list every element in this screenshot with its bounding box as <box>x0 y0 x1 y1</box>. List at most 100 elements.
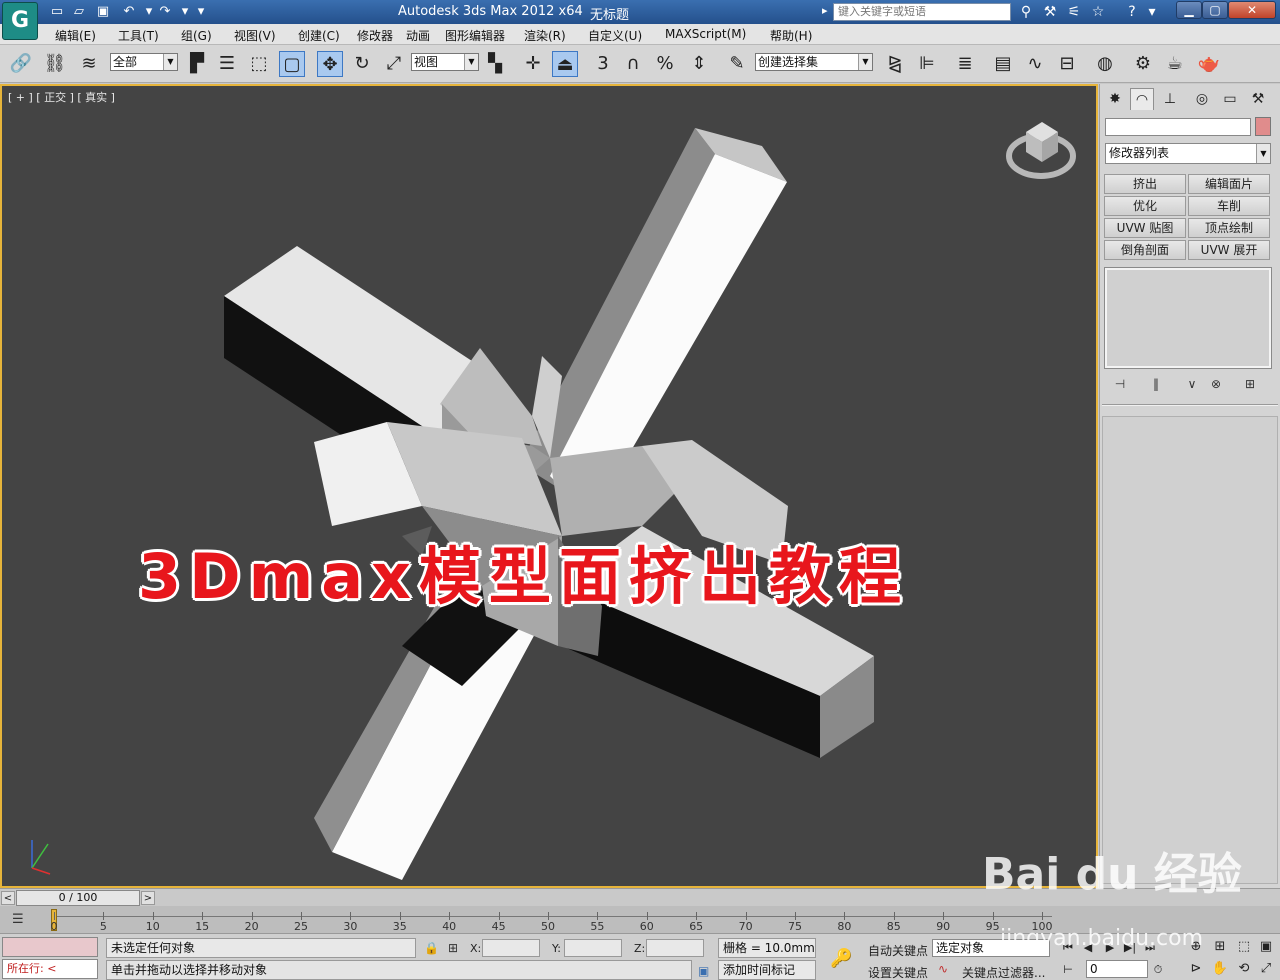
show-end-result-icon[interactable]: ‖ <box>1146 375 1166 393</box>
menu-modifiers[interactable]: 修改器 <box>357 27 393 44</box>
select-and-scale-icon[interactable]: ⤢ <box>381 51 407 77</box>
remove-modifier-icon[interactable]: ⊗ <box>1206 375 1226 393</box>
percent-snap-icon[interactable]: % <box>652 51 678 77</box>
menu-create[interactable]: 创建(C) <box>298 27 340 44</box>
window-crossing-icon[interactable]: ▢ <box>279 51 305 77</box>
close-button[interactable]: ✕ <box>1228 1 1276 19</box>
orbit-icon[interactable]: ⟲ <box>1234 960 1254 978</box>
motion-tab-icon[interactable]: ◎ <box>1190 88 1214 110</box>
menu-edit[interactable]: 编辑(E) <box>55 27 96 44</box>
redo-icon[interactable]: ↷ <box>156 3 174 21</box>
utilities-tab-icon[interactable]: ⚒ <box>1246 88 1270 110</box>
display-tab-icon[interactable]: ▭ <box>1218 88 1242 110</box>
time-slider-prev-icon[interactable]: < <box>1 891 15 905</box>
zoom-all-icon[interactable]: ⊞ <box>1210 938 1230 956</box>
key-filters-button[interactable]: 关键点过滤器... <box>962 964 1045 980</box>
render-production-icon[interactable]: 🫖 <box>1196 51 1222 77</box>
field-of-view-icon[interactable]: ⊳ <box>1186 960 1206 978</box>
menu-graph-editors[interactable]: 图形编辑器 <box>445 27 505 44</box>
set-key-button[interactable]: 设置关键点 <box>868 964 928 980</box>
named-selection-sets-dropdown[interactable]: 创建选择集 ▼ <box>755 53 873 71</box>
open-file-icon[interactable]: ▱ <box>70 3 88 21</box>
modify-tab-icon[interactable]: ◠ <box>1130 88 1154 110</box>
layer-manager-icon[interactable]: ≣ <box>952 51 978 77</box>
rendered-frame-window-icon[interactable]: ☕ <box>1162 51 1188 77</box>
select-manipulate-icon[interactable]: ✛ <box>520 51 546 77</box>
create-tab-icon[interactable]: ✸ <box>1103 88 1127 110</box>
undo-icon[interactable]: ↶ <box>120 3 138 21</box>
zoom-extents-icon[interactable]: ⬚ <box>1234 938 1254 956</box>
key-mode-toggle-icon[interactable]: ⊢ <box>1060 962 1076 978</box>
pan-view-icon[interactable]: ✋ <box>1210 960 1230 978</box>
zoom-extents-all-icon[interactable]: ▣ <box>1256 938 1276 956</box>
menu-rendering[interactable]: 渲染(R) <box>524 27 566 44</box>
spinner-snap-icon[interactable]: ⇕ <box>686 51 712 77</box>
new-file-icon[interactable]: ▭ <box>48 3 66 21</box>
select-object-icon[interactable]: ▛ <box>184 51 210 77</box>
modifier-button-unwrap-uvw[interactable]: UVW 展开 <box>1188 240 1270 260</box>
angle-snap-icon[interactable]: ∩ <box>620 51 646 77</box>
reference-coordinate-dropdown[interactable]: 视图 ▼ <box>411 53 479 71</box>
menu-group[interactable]: 组(G) <box>181 27 212 44</box>
current-frame-input[interactable]: 0 <box>1086 960 1148 978</box>
search-expand-icon[interactable]: ▸ <box>822 4 828 17</box>
open-mini-curve-editor-icon[interactable]: ☰ <box>12 912 24 927</box>
menu-maxscript[interactable]: MAXScript(M) <box>665 27 746 41</box>
pin-stack-icon[interactable]: ⊣ <box>1110 375 1130 393</box>
curve-editor-icon[interactable]: ∿ <box>1022 51 1048 77</box>
object-name-input[interactable] <box>1105 118 1251 136</box>
render-setup-icon[interactable]: ⚙ <box>1130 51 1156 77</box>
menu-animation[interactable]: 动画 <box>406 27 430 44</box>
object-color-swatch[interactable] <box>1255 117 1271 136</box>
x-coordinate-input[interactable] <box>482 939 540 957</box>
maxscript-listener-input[interactable] <box>2 937 98 957</box>
modifier-button-vertex-paint[interactable]: 顶点绘制 <box>1188 218 1270 238</box>
auto-key-button[interactable]: 自动关键点 <box>868 942 928 959</box>
quick-access-dropdown-icon[interactable]: ▾ <box>192 3 210 21</box>
help-dropdown-icon[interactable]: ▾ <box>1142 3 1162 21</box>
edit-named-selection-icon[interactable]: ✎ <box>724 51 750 77</box>
y-coordinate-input[interactable] <box>564 939 622 957</box>
modifier-button-bevel-profile[interactable]: 倒角剖面 <box>1104 240 1186 260</box>
binoculars-icon[interactable]: ⚲ <box>1016 3 1036 21</box>
subscription-icon[interactable]: ⚒ <box>1040 3 1060 21</box>
maximize-button[interactable]: ▢ <box>1202 1 1228 19</box>
perspective-viewport[interactable]: [ + ] [ 正交 ] [ 真实 ] 3Dmax模型面挤出教程 <box>0 84 1098 888</box>
maxscript-line-indicator[interactable]: 所在行: < <box>2 959 98 979</box>
menu-help[interactable]: 帮助(H) <box>770 27 812 44</box>
hierarchy-tab-icon[interactable]: ⊥ <box>1158 88 1182 110</box>
modifier-stack-list[interactable] <box>1104 267 1272 369</box>
select-and-move-icon[interactable]: ✥ <box>317 51 343 77</box>
help-icon[interactable]: ? <box>1122 3 1142 21</box>
link-icon[interactable]: 🔗 <box>8 51 34 77</box>
set-key-icon[interactable]: 🔑 <box>830 948 852 969</box>
save-file-icon[interactable]: ▣ <box>94 3 112 21</box>
unlink-icon[interactable]: ⛓ <box>42 51 68 77</box>
snaps-toggle-icon[interactable]: 3 <box>590 51 616 77</box>
rectangular-selection-icon[interactable]: ⬚ <box>246 51 272 77</box>
time-configuration-icon[interactable]: ⏱ <box>1150 962 1166 978</box>
minimize-button[interactable]: ▁ <box>1176 1 1202 19</box>
search-input[interactable]: 键入关键字或短语 <box>833 3 1011 21</box>
absolute-mode-transform-icon[interactable]: ⊞ <box>448 941 458 955</box>
favorites-star-icon[interactable]: ☆ <box>1088 3 1108 21</box>
viewcube[interactable] <box>1002 114 1082 184</box>
lock-selection-icon[interactable]: 🔒 <box>424 941 439 955</box>
modifier-list-dropdown[interactable]: 修改器列表 ▼ <box>1105 143 1271 164</box>
select-by-name-icon[interactable]: ☰ <box>214 51 240 77</box>
schematic-view-icon[interactable]: ⊟ <box>1054 51 1080 77</box>
material-editor-icon[interactable]: ◍ <box>1092 51 1118 77</box>
select-and-rotate-icon[interactable]: ↻ <box>349 51 375 77</box>
graphite-modeling-icon[interactable]: ▤ <box>990 51 1016 77</box>
menu-customize[interactable]: 自定义(U) <box>588 27 642 44</box>
maximize-viewport-icon[interactable]: ⤢ <box>1256 960 1276 978</box>
mirror-icon[interactable]: ⧎ <box>882 51 908 77</box>
selection-filter-dropdown[interactable]: 全部 ▼ <box>110 53 178 71</box>
pivot-center-icon[interactable]: ▚ <box>482 51 508 77</box>
z-coordinate-input[interactable] <box>646 939 704 957</box>
menu-views[interactable]: 视图(V) <box>234 27 276 44</box>
menu-tools[interactable]: 工具(T) <box>118 27 159 44</box>
time-slider-thumb[interactable]: 0 / 100 <box>16 890 140 906</box>
modifier-button-extrude[interactable]: 挤出 <box>1104 174 1186 194</box>
viewport-label-menu[interactable]: [ + ] [ 正交 ] [ 真实 ] <box>8 89 115 105</box>
